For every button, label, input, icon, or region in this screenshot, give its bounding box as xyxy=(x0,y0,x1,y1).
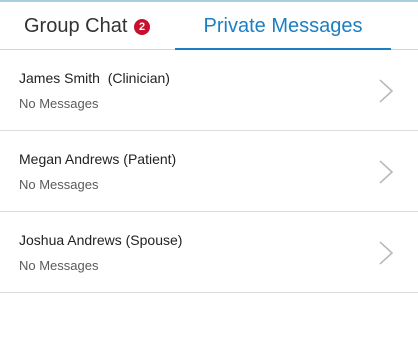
messages-screen: Group Chat 2 Private Messages James Smit… xyxy=(0,0,418,351)
conversation-row[interactable]: Joshua Andrews (Spouse) No Messages xyxy=(0,212,418,293)
message-preview: No Messages xyxy=(19,96,99,111)
conversation-row[interactable]: Megan Andrews (Patient) No Messages xyxy=(0,131,418,212)
contact-name: Megan Andrews (Patient) xyxy=(19,151,177,167)
contact-name: James Smith (Clinician) xyxy=(19,70,170,86)
tab-group-chat-label: Group Chat xyxy=(24,15,128,37)
contact-name: Joshua Andrews (Spouse) xyxy=(19,232,183,248)
unread-count-badge: 2 xyxy=(134,19,150,35)
chevron-right-icon xyxy=(379,79,394,103)
conversation-list: James Smith (Clinician) No Messages Mega… xyxy=(0,50,418,293)
message-preview: No Messages xyxy=(19,258,99,273)
tab-group-chat[interactable]: Group Chat 2 xyxy=(0,2,175,49)
tab-bar: Group Chat 2 Private Messages xyxy=(0,2,418,50)
message-preview: No Messages xyxy=(19,177,99,192)
conversation-row[interactable]: James Smith (Clinician) No Messages xyxy=(0,50,418,131)
chevron-right-icon xyxy=(379,160,394,184)
tab-private-messages-label: Private Messages xyxy=(203,15,363,37)
chevron-right-icon xyxy=(379,241,394,265)
tab-private-messages[interactable]: Private Messages xyxy=(175,2,391,50)
